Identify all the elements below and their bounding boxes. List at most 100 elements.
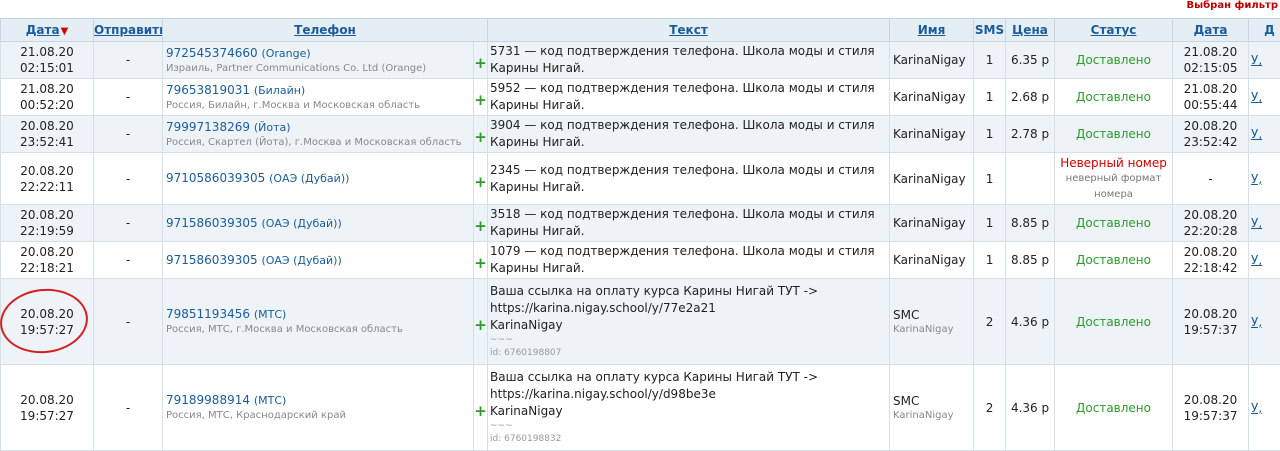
phone-cell: 79653819031 (Билайн)Россия, Билайн, г.Мо… (163, 79, 474, 116)
message-id: id: 6760198832 (490, 432, 889, 446)
message-cell: 5952 — код подтверждения телефона. Школа… (488, 79, 890, 116)
created-date-cell: 20.08.2023:52:41 (1, 116, 94, 153)
status-cell: Доставлено (1055, 242, 1173, 279)
phone-number-link[interactable]: 9710586039305 (166, 171, 265, 185)
row-action-link[interactable]: У, (1249, 42, 1280, 79)
sms-count-cell: 1 (974, 153, 1006, 205)
column-header-extra[interactable]: Д (1249, 19, 1280, 42)
sms-count-cell: 2 (974, 279, 1006, 365)
phone-number-link[interactable]: 971586039305 (166, 253, 258, 267)
phone-cell: 79851193456 (МТС)Россия, МТС, г.Москва и… (163, 279, 474, 365)
price-cell: 4.36 р (1006, 279, 1055, 365)
phone-region: Россия, МТС, Краснодарский край (166, 409, 473, 423)
sms-count-cell: 1 (974, 242, 1006, 279)
row-action-link[interactable]: У, (1249, 242, 1280, 279)
phone-cell: 9710586039305 (ОАЭ (Дубай)) (163, 153, 474, 205)
message-separator: ~~~ (490, 334, 889, 346)
column-header-send[interactable]: Отправить (94, 19, 163, 42)
status-delivered: Доставлено (1076, 90, 1151, 104)
message-cell: 5731 — код подтверждения телефона. Школа… (488, 42, 890, 79)
message-id: id: 6760198807 (490, 346, 889, 360)
phone-number-link[interactable]: 79997138269 (166, 120, 250, 134)
sent-date-cell: 21.08.2002:15:05 (1173, 42, 1249, 79)
created-date-cell: 21.08.2000:52:20 (1, 79, 94, 116)
expand-plus-icon[interactable]: + (474, 365, 488, 451)
phone-number-link[interactable]: 972545374660 (166, 46, 258, 60)
table-header-row: Дата▼ Отправить Телефон Текст Имя SMS Це… (1, 19, 1280, 42)
expand-plus-icon[interactable]: + (474, 79, 488, 116)
column-header-date[interactable]: Дата▼ (1, 19, 94, 42)
filter-selected-note: Выбран фильтр (1183, 0, 1280, 11)
column-header-name[interactable]: Имя (890, 19, 974, 42)
sender-subname: KarinaNigay (893, 409, 973, 423)
message-cell: Ваша ссылка на оплату курса Карины Нигай… (488, 365, 890, 451)
status-cell: Доставлено (1055, 116, 1173, 153)
status-error-detail: неверный формат номера (1055, 171, 1172, 203)
phone-number-link[interactable]: 971586039305 (166, 216, 258, 230)
table-row: 20.08.2019:57:27-79189988914 (МТС)Россия… (1, 365, 1280, 451)
sort-desc-icon[interactable]: ▼ (61, 26, 69, 37)
price-cell: 2.68 р (1006, 79, 1055, 116)
column-header-price[interactable]: Цена (1006, 19, 1055, 42)
table-row: 20.08.2022:22:11-9710586039305 (ОАЭ (Дуб… (1, 153, 1280, 205)
message-cell: Ваша ссылка на оплату курса Карины Нигай… (488, 279, 890, 365)
sent-date-cell: 21.08.2000:55:44 (1173, 79, 1249, 116)
phone-number-link[interactable]: 79851193456 (166, 307, 250, 321)
column-header-phone[interactable]: Телефон (163, 19, 488, 42)
phone-operator: (ОАЭ (Дубай)) (269, 172, 349, 185)
message-sender-tail: KarinaNigay (490, 404, 563, 418)
price-cell: 2.78 р (1006, 116, 1055, 153)
phone-number-link[interactable]: 79653819031 (166, 83, 250, 97)
column-header-sms: SMS (974, 19, 1006, 42)
row-action-link[interactable]: У, (1249, 205, 1280, 242)
expand-plus-icon[interactable]: + (474, 242, 488, 279)
sender-name: SMC (893, 394, 919, 408)
created-date-cell: 21.08.2002:15:01 (1, 42, 94, 79)
sent-date-cell: 20.08.2019:57:37 (1173, 279, 1249, 365)
status-cell: Доставлено (1055, 42, 1173, 79)
table-row: 20.08.2019:57:27-79851193456 (МТС)Россия… (1, 279, 1280, 365)
phone-cell: 971586039305 (ОАЭ (Дубай)) (163, 242, 474, 279)
status-cell: Неверный номерневерный формат номера (1055, 153, 1173, 205)
status-cell: Доставлено (1055, 279, 1173, 365)
message-cell: 3518 — код подтверждения телефона. Школа… (488, 205, 890, 242)
price-cell: 8.85 р (1006, 242, 1055, 279)
phone-operator: (Билайн) (254, 84, 305, 97)
table-row: 20.08.2022:18:21-971586039305 (ОАЭ (Дуба… (1, 242, 1280, 279)
created-date-cell: 20.08.2022:19:59 (1, 205, 94, 242)
sms-count-cell: 1 (974, 205, 1006, 242)
message-text: 5731 — код подтверждения телефона. Школа… (490, 44, 875, 75)
row-action-link[interactable]: У, (1249, 79, 1280, 116)
sender-name: KarinaNigay (893, 253, 966, 267)
message-text: Ваша ссылка на оплату курса Карины Нигай… (490, 370, 818, 401)
created-date-cell: 20.08.2022:22:11 (1, 153, 94, 205)
column-header-sent-date[interactable]: Дата (1173, 19, 1249, 42)
sms-count-cell: 1 (974, 79, 1006, 116)
phone-operator: (МТС) (254, 394, 286, 407)
sender-name: KarinaNigay (893, 53, 966, 67)
expand-plus-icon[interactable]: + (474, 279, 488, 365)
name-cell: SMCKarinaNigay (890, 279, 974, 365)
send-cell: - (94, 279, 163, 365)
sender-subname: KarinaNigay (893, 323, 973, 337)
column-header-status[interactable]: Статус (1055, 19, 1173, 42)
column-header-text[interactable]: Текст (488, 19, 890, 42)
sender-name: KarinaNigay (893, 172, 966, 186)
phone-operator: (Orange) (261, 47, 310, 60)
expand-plus-icon[interactable]: + (474, 42, 488, 79)
row-action-link[interactable]: У, (1249, 365, 1280, 451)
row-action-link[interactable]: У, (1249, 153, 1280, 205)
phone-region: Россия, Скартел (Йота), г.Москва и Моско… (166, 136, 473, 150)
sender-name: KarinaNigay (893, 127, 966, 141)
row-action-link[interactable]: У, (1249, 116, 1280, 153)
phone-region: Россия, МТС, г.Москва и Московская облас… (166, 323, 473, 337)
status-cell: Доставлено (1055, 79, 1173, 116)
price-cell: 4.36 р (1006, 365, 1055, 451)
phone-number-link[interactable]: 79189988914 (166, 393, 250, 407)
expand-plus-icon[interactable]: + (474, 153, 488, 205)
send-cell: - (94, 242, 163, 279)
expand-plus-icon[interactable]: + (474, 205, 488, 242)
expand-plus-icon[interactable]: + (474, 116, 488, 153)
row-action-link[interactable]: У, (1249, 279, 1280, 365)
status-cell: Доставлено (1055, 205, 1173, 242)
